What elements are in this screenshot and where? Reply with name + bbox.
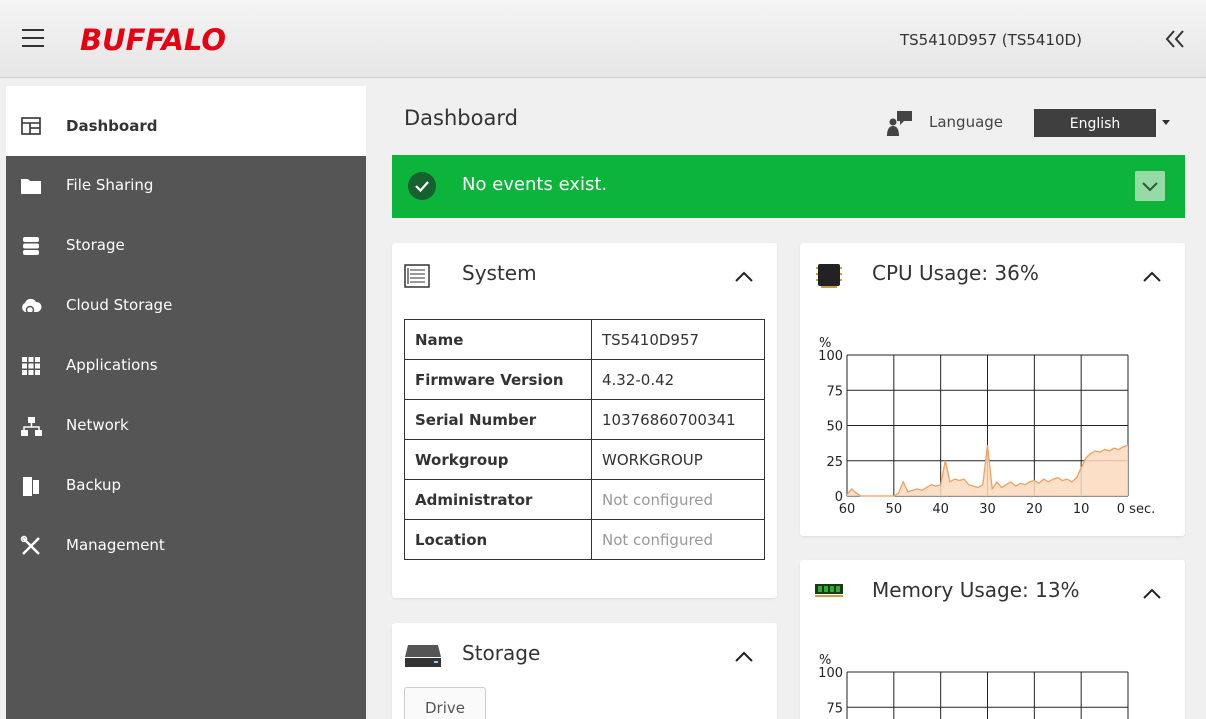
system-field-value: WORKGROUP [591,439,765,480]
expand-chevron-down-icon[interactable] [1135,171,1165,201]
drive-tab-button[interactable]: Drive [404,687,486,719]
events-banner: No events exist. [392,155,1185,218]
grid-icon [22,357,40,375]
y-tick-label: 75 [826,384,843,399]
buffalo-logo: BUFFALO [80,24,226,56]
sidebar-item-applications[interactable]: Applications [6,336,366,396]
x-tick-label: 0 sec. [1117,502,1155,517]
cpu-usage-card: CPU Usage: 36% % 0 25 50 75 100 60 50 40 30 20 10 0 … [800,243,1185,536]
sidebar-item-label: File Sharing [66,176,154,194]
system-field-label: Name [404,319,592,360]
drive-icon [405,645,441,667]
system-card-title: System [462,261,537,285]
y-tick-label: 75 [826,701,843,716]
top-bar: BUFFALO TS5410D957 (TS5410D) [0,0,1206,78]
system-field-value: Not configured [591,479,765,520]
sidebar-item-label: Dashboard [66,117,158,135]
sidebar-item-management[interactable]: Management [6,516,366,576]
y-tick-label: 50 [826,420,843,435]
system-field-value: 4.32-0.42 [591,359,765,400]
usage-area [847,445,1128,496]
x-tick-label: 20 [1026,502,1043,517]
sidebar-item-file-sharing[interactable]: File Sharing [6,156,366,216]
device-name: TS5410D957 (TS5410D) [900,31,1082,49]
memory-usage-chart: %75100 [818,653,1129,719]
system-card: System Name TS5410D957 Firmware Version 4.3… [392,243,777,598]
y-tick-label: 100 [818,349,843,364]
sidebar-item-label: Backup [66,476,121,494]
sidebar-item-label: Storage [66,236,125,254]
x-tick-label: 30 [979,502,996,517]
table-row: Workgroup WORKGROUP [404,439,765,480]
folder-icon [21,179,41,194]
x-tick-label: 10 [1073,502,1090,517]
sidebar-item-label: Cloud Storage [66,296,173,314]
system-field-label: Location [404,519,592,560]
x-tick-label: 40 [932,502,949,517]
y-tick-label: 25 [826,455,843,470]
cloud-icon [22,298,42,315]
memory-usage-card: Memory Usage: 13% % 75 100 [800,560,1185,719]
tools-icon [20,535,40,555]
system-field-label: Firmware Version [404,359,592,400]
language-speech-icon [887,111,912,136]
collapse-double-chevron-icon[interactable] [1158,22,1192,56]
system-info-table: Name TS5410D957 Firmware Version 4.32-0.42 S… [404,319,765,560]
system-field-label: Administrator [404,479,592,520]
sidebar-item-backup[interactable]: Backup [6,456,366,516]
page-title: Dashboard [404,106,518,130]
table-row: Administrator Not configured [404,479,765,520]
x-tick-label: 50 [886,502,903,517]
sidebar-item-label: Management [66,536,165,554]
events-message: No events exist. [462,174,608,195]
x-tick-label: 60 [839,502,856,517]
table-row: Location Not configured [404,519,765,560]
storage-card: Storage Drive [392,623,777,719]
sidebar-item-network[interactable]: Network [6,396,366,456]
dashboard-icon [21,117,41,135]
system-field-label: Workgroup [404,439,592,480]
system-field-value: 10376860700341 [591,399,765,440]
sidebar-item-label: Applications [66,356,158,374]
sidebar-item-label: Network [66,416,129,434]
system-field-label: Serial Number [404,399,592,440]
sidebar: Dashboard File Sharing Storage Cloud Sto… [6,86,366,719]
system-field-value: Not configured [591,519,765,560]
sidebar-item-cloud-storage[interactable]: Cloud Storage [6,276,366,336]
collapse-chevron-up-icon[interactable] [733,649,755,663]
storage-card-title: Storage [462,641,541,665]
collapse-chevron-up-icon[interactable] [733,269,755,283]
language-select[interactable]: English [1034,109,1156,137]
sidebar-item-dashboard[interactable]: Dashboard [6,86,366,156]
svg-text:BUFFALO: BUFFALO [80,24,226,56]
language-dropdown-caret-icon[interactable] [1162,120,1170,125]
sidebar-item-storage[interactable]: Storage [6,216,366,276]
y-tick-label: 100 [818,666,843,681]
table-row: Name TS5410D957 [404,319,765,360]
check-circle-icon [408,172,436,200]
network-icon [21,417,42,436]
hamburger-menu-icon[interactable] [22,29,44,47]
system-field-value: TS5410D957 [591,319,765,360]
language-label: Language [929,113,1004,131]
table-row: Serial Number 10376860700341 [404,399,765,440]
cpu-usage-chart: %025507510060 50 40 30 20 10 0 sec. [818,336,1155,517]
table-row: Firmware Version 4.32-0.42 [404,359,765,400]
database-icon [23,237,39,255]
backup-icon [23,477,39,496]
system-list-icon [404,264,430,288]
